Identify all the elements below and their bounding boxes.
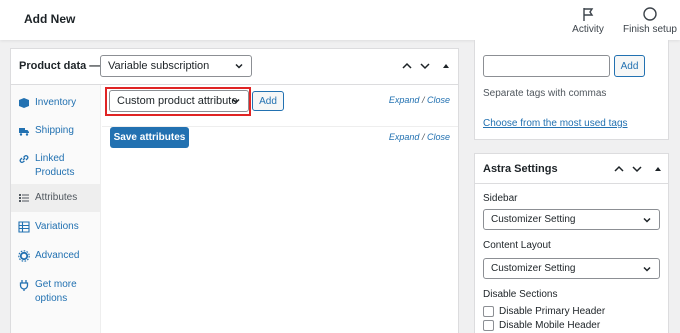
tags-panel: Add Separate tags with commas Choose fro… [474,40,669,140]
content-layout-label: Content Layout [483,240,551,251]
tab-attributes[interactable]: Attributes [11,184,101,212]
circle-icon [643,7,657,21]
activity-label: Activity [572,24,604,35]
chevron-up-icon [614,165,624,172]
tab-attributes-label: Attributes [35,192,78,203]
page-title: Add New [24,12,76,26]
gear-icon [18,250,30,262]
product-data-panel: Product data — Variable subscription Inv… [10,48,459,333]
expand-close-bottom: Expand / Close [389,132,450,142]
chevron-down-icon [235,63,243,69]
attribute-toolbar: Custom product attribute Add Expand / Cl… [102,85,458,127]
chevron-down-icon [643,266,651,272]
tab-linked-products[interactable]: Linked Products [11,147,101,183]
sidebar-select[interactable]: Customizer Setting [483,209,660,230]
expand-link[interactable]: Expand [389,132,420,142]
link-icon [19,155,29,163]
chevron-up-icon [402,62,412,69]
close-link[interactable]: Close [427,132,450,142]
chevron-down-icon [232,98,240,104]
add-tag-button[interactable]: Add [614,55,645,77]
tab-get-more-options-label: Get more options [35,279,77,304]
disable-sections-label: Disable Sections [483,289,558,300]
disable-mobile-header-checkbox[interactable] [483,320,494,331]
separator: / [421,132,425,142]
sidebar-select-value: Customizer Setting [491,214,576,225]
expand-close-top: Expand / Close [389,95,450,105]
save-attributes-button[interactable]: Save attributes [110,127,189,148]
attribute-select[interactable]: Custom product attribute [109,90,249,112]
product-data-tabs: Inventory Shipping Linked Products Attri… [11,85,101,333]
disable-primary-header-checkbox[interactable] [483,306,494,317]
truck-icon [19,128,29,136]
content-layout-select-value: Customizer Setting [491,263,576,274]
tab-advanced[interactable]: Advanced [11,245,101,269]
chevron-down-icon [420,63,430,70]
top-bar: Add New Activity Finish setup [0,0,680,40]
astra-settings-title: Astra Settings [483,163,558,175]
caret-up-icon [655,167,661,171]
sidebar-label: Sidebar [483,193,518,204]
flag-icon [583,8,594,21]
tag-input[interactable] [483,55,610,77]
content-layout-select[interactable]: Customizer Setting [483,258,660,279]
product-type-select[interactable]: Variable subscription [100,55,252,77]
toggle-panel-button[interactable] [439,59,453,73]
astra-settings-panel: Astra Settings Sidebar Customizer Settin… [474,153,669,333]
astra-move-down-button[interactable] [630,162,644,176]
disable-mobile-header-row[interactable]: Disable Mobile Header [483,320,600,331]
plugin-icon [19,280,29,291]
move-up-button[interactable] [400,59,414,73]
tab-variations-label: Variations [35,221,79,232]
chevron-down-icon [632,166,642,173]
caret-up-icon [443,64,449,68]
most-used-tags-link[interactable]: Choose from the most used tags [483,118,628,129]
tab-linked-products-label: Linked Products [35,153,75,178]
tab-shipping[interactable]: Shipping [11,119,101,143]
separator: / [421,95,425,105]
inventory-icon [19,98,29,108]
list-icon [19,194,29,202]
grid-icon [18,221,30,233]
product-type-value: Variable subscription [108,60,210,72]
tab-get-more-options[interactable]: Get more options [11,274,101,310]
attribute-select-value: Custom product attribute [117,95,238,107]
tab-inventory-label: Inventory [35,97,77,108]
disable-mobile-header-label: Disable Mobile Header [499,320,601,331]
tab-advanced-label: Advanced [35,250,80,261]
chevron-down-icon [643,217,651,223]
tags-hint: Separate tags with commas [483,88,607,99]
astra-settings-header: Astra Settings [475,154,668,184]
close-link[interactable]: Close [427,95,450,105]
add-attribute-button[interactable]: Add [252,91,284,111]
tab-inventory[interactable]: Inventory [11,91,101,115]
product-data-title: Product data — [19,60,101,72]
tab-variations[interactable]: Variations [11,216,101,240]
disable-primary-header-label: Disable Primary Header [499,306,606,317]
astra-toggle-panel-button[interactable] [651,162,665,176]
finish-setup-button[interactable]: Finish setup [620,6,680,35]
move-down-button[interactable] [418,59,432,73]
activity-button[interactable]: Activity [568,6,608,35]
tab-shipping-label: Shipping [35,125,74,136]
expand-link[interactable]: Expand [389,95,420,105]
finish-setup-label: Finish setup [623,24,677,35]
product-data-header: Product data — Variable subscription [11,49,458,85]
astra-move-up-button[interactable] [612,162,626,176]
disable-primary-header-row[interactable]: Disable Primary Header [483,306,605,317]
